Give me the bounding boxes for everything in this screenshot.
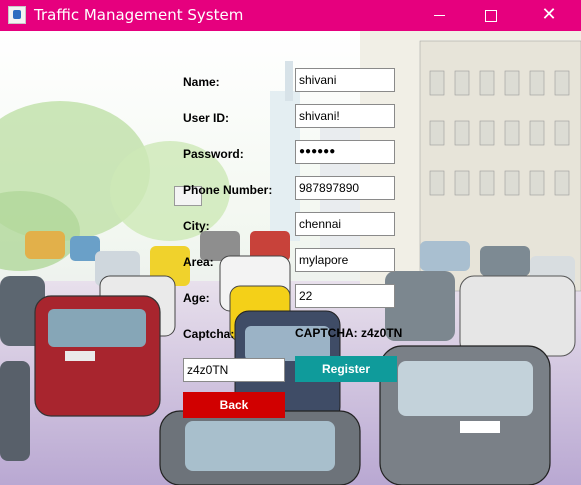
city-label: City: (183, 219, 210, 233)
registration-panel: Name: shivani User ID: shivani! Password… (0, 31, 581, 485)
minimize-icon (433, 15, 445, 16)
area-label: Area: (183, 255, 214, 269)
traffic-background-image (0, 31, 581, 485)
age-label: Age: (183, 291, 210, 305)
register-button[interactable]: Register (295, 356, 397, 382)
user-id-field[interactable]: shivani! (295, 104, 395, 128)
captcha-display: CAPTCHA: z4z0TN (295, 326, 403, 340)
maximize-button[interactable] (468, 0, 514, 31)
close-button[interactable]: ✕ (526, 0, 572, 31)
password-field[interactable]: ●●●●●● (295, 140, 395, 164)
age-field[interactable]: 22 (295, 284, 395, 308)
name-label: Name: (183, 75, 220, 89)
maximize-icon (485, 9, 497, 22)
window-title: Traffic Management System (34, 6, 244, 24)
phone-number-label: Phone Number: (183, 183, 273, 197)
captcha-input[interactable]: z4z0TN (183, 358, 285, 382)
name-field[interactable]: shivani (295, 68, 395, 92)
minimize-button[interactable] (416, 0, 462, 31)
java-cup-icon (8, 6, 26, 24)
city-field[interactable]: chennai (295, 212, 395, 236)
password-label: Password: (183, 147, 244, 161)
close-icon: ✕ (541, 4, 557, 25)
phone-number-field[interactable]: 987897890 (295, 176, 395, 200)
captcha-label: Captcha: (183, 327, 235, 341)
area-field[interactable]: mylapore (295, 248, 395, 272)
user-id-label: User ID: (183, 111, 230, 125)
back-button[interactable]: Back (183, 392, 285, 418)
title-bar: Traffic Management System ✕ (0, 0, 581, 31)
